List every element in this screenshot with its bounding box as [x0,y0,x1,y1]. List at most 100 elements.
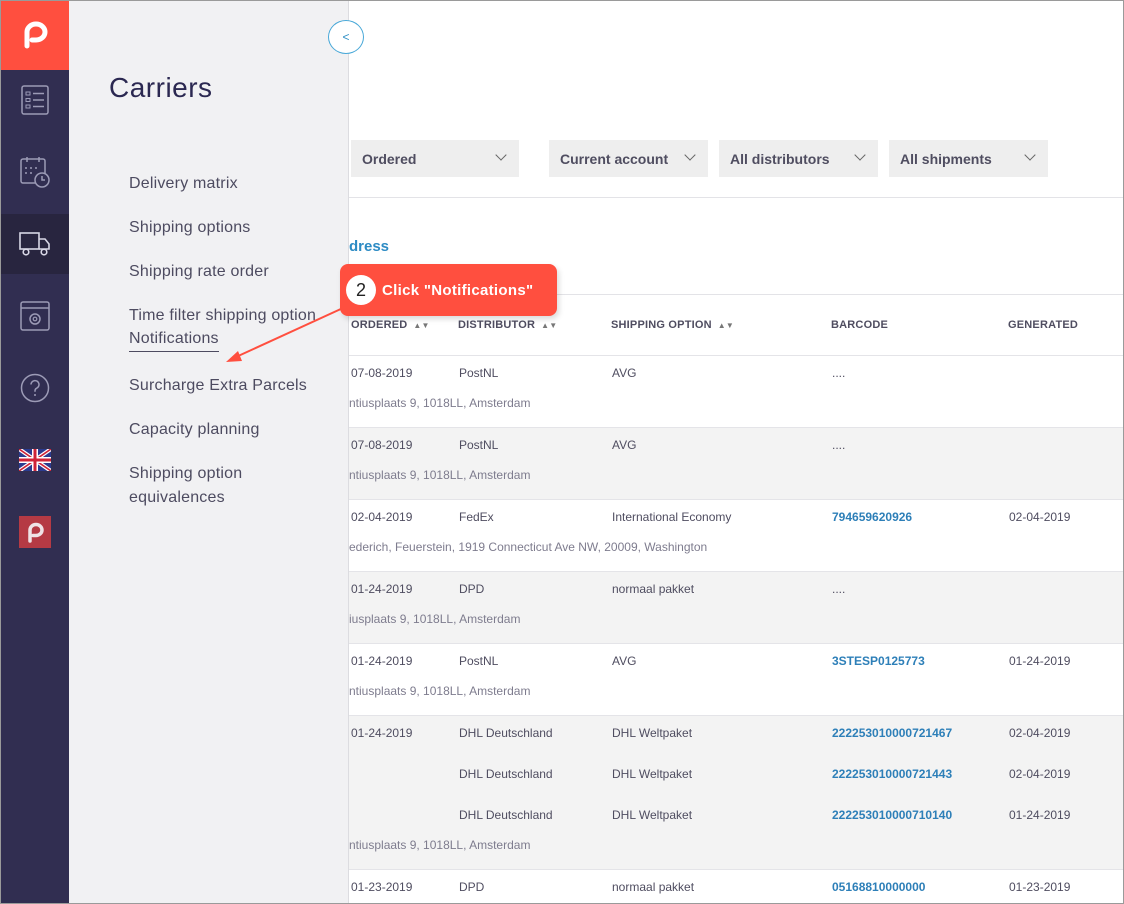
barcode-cell[interactable]: 794659620926 [832,510,912,524]
submenu-item-time-filter-shipping-option[interactable]: Time filter shipping option [129,304,339,328]
recipient-address: ederich, Feuerstein, 1919 Connecticut Av… [349,540,708,554]
shipping-option-cell: DHL Weltpaket [612,808,693,822]
submenu-title: Carriers [109,72,213,103]
filter-ordered[interactable]: Ordered [351,140,519,177]
column-header-ordered-label: ORDERED [351,319,408,331]
submenu-item-shipping-option-equivalences[interactable]: Shipping option equivalences [129,462,339,510]
ordered-date: 07-08-2019 [351,366,413,380]
column-header-ordered[interactable]: ORDERED ▲▼ [351,319,430,331]
calendar-clock-icon[interactable] [0,142,69,202]
row-divider [349,427,1123,428]
filter-account[interactable]: Current account [549,140,708,177]
parcelpro-logo-icon[interactable] [0,0,69,70]
column-header-shipping-option-label: SHIPPING OPTION [611,319,712,331]
address-link[interactable]: dress [349,238,389,255]
shipping-option-cell: DHL Weltpaket [612,767,693,781]
shipments-main: Ordered Current account All distributors… [349,0,1123,904]
ordered-date: 01-24-2019 [351,726,413,740]
barcode-cell: .... [832,582,846,596]
table-row[interactable]: 01-24-2019 DPD normaal pakket.... iusplaats… [349,571,1123,643]
submenu-item-capacity-planning[interactable]: Capacity planning [129,418,339,442]
column-header-shipping-option[interactable]: SHIPPING OPTION ▲▼ [611,319,734,331]
ordered-date: 01-24-2019 [351,582,413,596]
submenu-item-shipping-options[interactable]: Shipping options [129,216,339,240]
barcode-cell[interactable]: 222253010000721467 [832,726,952,740]
submenu-item-shipping-rate-order[interactable]: Shipping rate order [129,260,339,284]
generated-date-cell: 02-04-2019 [1009,510,1071,524]
collapse-submenu-button[interactable]: < [328,20,364,54]
table-row[interactable]: 01-24-2019 DHL Deutschland DHL Weltpaket 22… [349,715,1123,869]
row-divider [349,869,1123,870]
table-row[interactable]: 01-24-2019 PostNL AVG 3STESP0125773 01-24-20… [349,643,1123,715]
recipient-address: ntiusplaats 9, 1018LL, Amsterdam [349,684,531,698]
filter-account-label: Current account [560,150,669,167]
row-divider [349,643,1123,644]
shipping-option-cell: AVG [612,366,637,380]
recipient-address: ntiusplaats 9, 1018LL, Amsterdam [349,468,531,482]
distributor-cell: PostNL [459,438,499,452]
ordered-date: 01-24-2019 [351,654,413,668]
brand-small-icon[interactable] [0,502,69,562]
filter-distributors-label: All distributors [730,150,830,167]
filter-shipments-label: All shipments [900,150,992,167]
table-row[interactable]: 07-08-2019 PostNL AVG.... ntiusplaats 9, 10… [349,427,1123,499]
submenu-item-surcharge-extra-parcels[interactable]: Surcharge Extra Parcels [129,374,339,398]
chevron-down-icon [684,149,696,161]
generated-date-cell: 01-24-2019 [1009,808,1071,822]
column-header-generated-label: GENERATED [1008,319,1079,331]
chevron-down-icon [854,149,866,161]
recipient-address: ntiusplaats 9, 1018LL, Amsterdam [349,396,531,410]
help-icon[interactable] [0,358,69,418]
barcode-cell[interactable]: 222253010000721443 [832,767,952,781]
shipping-option-cell: normaal pakket [612,880,695,894]
distributor-cell: PostNL [459,366,499,380]
barcode-cell[interactable]: 3STESP0125773 [832,654,925,668]
filter-ordered-label: Ordered [362,150,417,167]
uk-flag-icon[interactable] [0,430,69,490]
distributor-cell: FedEx [459,510,494,524]
carriers-submenu-panel: Carriers Delivery matrix Shipping option… [69,0,349,904]
table-row[interactable]: 02-04-2019 FedEx International Economy 7946… [349,499,1123,571]
table-row[interactable]: 01-23-2019 DPD normaal pakket 0516881000000… [349,869,1123,904]
column-header-distributor[interactable]: DISTRIBUTOR ▲▼ [458,319,557,331]
column-header-distributor-label: DISTRIBUTOR [458,319,536,331]
recipient-address: ntiusplaats 9, 1018LL, Amsterdam [349,838,531,852]
truck-icon[interactable] [0,214,69,274]
divider [349,197,1123,198]
column-header-barcode-label: BARCODE [831,319,889,331]
generated-date-cell: 02-04-2019 [1009,726,1071,740]
column-header-barcode: BARCODE [831,319,888,331]
submenu-item-delivery-matrix[interactable]: Delivery matrix [129,172,339,196]
filter-distributors[interactable]: All distributors [719,140,878,177]
shipping-option-cell: International Economy [612,510,732,524]
list-icon[interactable] [0,70,69,130]
row-divider [349,499,1123,500]
row-divider [349,355,1123,356]
distributor-cell: PostNL [459,654,499,668]
barcode-cell: .... [832,366,846,380]
table-row[interactable]: 07-08-2019 PostNL AVG.... ntiusplaats 9, 10… [349,355,1123,427]
settings-window-icon[interactable] [0,286,69,346]
shipping-option-cell: AVG [612,438,637,452]
recipient-address: iusplaats 9, 1018LL, Amsterdam [349,612,521,626]
sort-icon: ▲▼ [541,320,558,330]
callout-step-number: 2 [346,275,376,305]
distributor-cell: DHL Deutschland [459,808,553,822]
shipping-option-cell: AVG [612,654,637,668]
tutorial-callout: 2 Click "Notifications" [340,264,557,316]
shipping-option-cell: DHL Weltpaket [612,726,693,740]
filter-shipments[interactable]: All shipments [889,140,1048,177]
submenu-item-notifications[interactable]: Notifications [129,328,219,352]
distributor-cell: DHL Deutschland [459,767,553,781]
ordered-date: 02-04-2019 [351,510,413,524]
callout-text: Click "Notifications" [382,281,534,299]
ordered-date: 01-23-2019 [351,880,413,894]
distributor-cell: DPD [459,582,485,596]
barcode-cell[interactable]: 222253010000710140 [832,808,952,822]
column-header-generated: GENERATED [1008,319,1078,331]
barcode-cell[interactable]: 05168810000000 [832,880,925,894]
sort-icon: ▲▼ [717,320,735,330]
barcode-cell: .... [832,438,846,452]
icon-rail [0,0,69,904]
shipping-option-cell: normaal pakket [612,582,695,596]
